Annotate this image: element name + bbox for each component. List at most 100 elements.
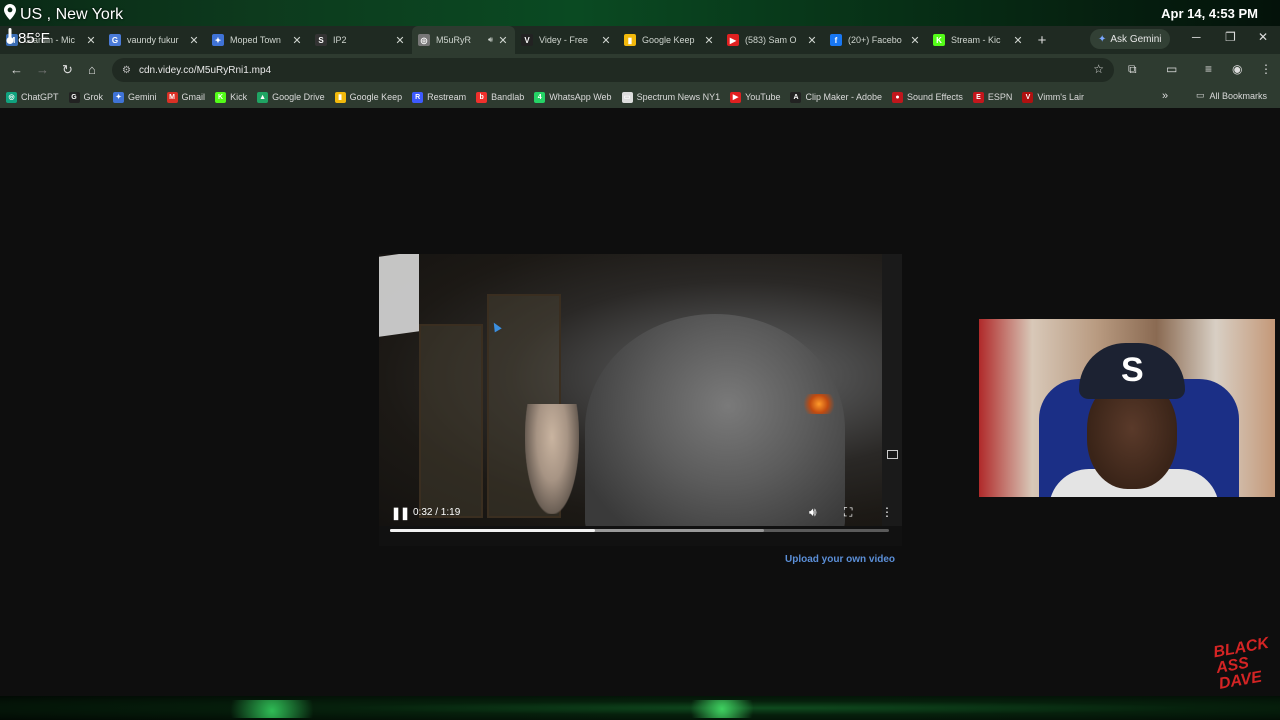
close-tab-icon[interactable]: ✕ (188, 34, 200, 47)
tab-3[interactable]: ✦ Moped Town ✕ (206, 26, 309, 54)
tab-title: (583) Sam O (745, 35, 797, 45)
youtube-icon: ▶ (727, 34, 739, 46)
tab-strip: MGiardin - Mic✕Gvaundy fukur✕✦Moped Town… (0, 26, 1280, 54)
bookmark-label: YouTube (745, 92, 781, 102)
pause-icon[interactable]: ❚❚ (391, 506, 410, 520)
bookmark-item[interactable]: ✦ Gemini (113, 91, 157, 103)
seek-bar[interactable] (390, 529, 889, 532)
bookmarks-bar: ◎ ChatGPT G Grok ✦ Gemini M Gmail K Kick ▲ Google D… (0, 86, 1280, 108)
bookmark-item[interactable]: 4 WhatsApp Web (534, 91, 612, 103)
tab-title: Videy - Free (539, 35, 588, 45)
tab-8[interactable]: ▶ (583) Sam O ✕ (721, 26, 824, 54)
extensions-icon[interactable]: ⧉ (1128, 62, 1137, 77)
folder-icon: ▭ (1196, 90, 1205, 100)
restream-icon: R (412, 91, 424, 103)
video-controls: ❚❚ 0:32 / 1:19 🔊︎ ⛶ ⋮ (379, 502, 902, 546)
bookmark-star-icon[interactable]: ☆ (1093, 62, 1104, 76)
stream-datetime-overlay: Apr 14, 4:53 PM (1161, 6, 1258, 21)
more-bookmarks-chevron-icon[interactable]: » (1162, 90, 1168, 102)
keep-icon: ▮ (624, 34, 636, 46)
tab-9[interactable]: f (20+) Facebo ✕ (824, 26, 927, 54)
bookmark-item[interactable]: b Bandlab (476, 91, 524, 103)
profile-avatar[interactable]: ◉ (1232, 62, 1242, 76)
tab-2[interactable]: Gvaundy fukur ✕ (103, 26, 206, 54)
tab-title: (20+) Facebo (848, 35, 902, 45)
tab-5[interactable]: ◎ M5uRyR 🔊︎ ✕ (412, 26, 515, 54)
site-info-icon[interactable]: ⚙ (122, 65, 131, 76)
tab-audio-icon[interactable]: 🔊︎ (488, 35, 493, 45)
bookmark-item[interactable]: A Clip Maker - Adobe (790, 91, 883, 103)
bookmark-label: Clip Maker - Adobe (805, 92, 883, 102)
bookmark-label: Gmail (181, 92, 206, 102)
maximize-icon[interactable]: ❐ (1225, 30, 1236, 44)
grok-icon: G (68, 91, 80, 103)
background-person (525, 404, 579, 514)
volume-icon[interactable]: 🔊︎ (809, 505, 817, 520)
tab-4[interactable]: S IP2 ✕ (309, 26, 412, 54)
facebook-icon: f (830, 34, 842, 46)
bookmark-label: Sound Effects (907, 92, 963, 102)
bookmark-item[interactable]: ● Sound Effects (892, 91, 963, 103)
bookmark-item[interactable]: ▭ Spectrum News NY1 (621, 91, 720, 103)
tab-7[interactable]: ▮ Google Keep ✕ (618, 26, 721, 54)
close-tab-icon[interactable]: ✕ (703, 34, 715, 47)
fullscreen-icon[interactable]: ⛶ (844, 505, 852, 520)
home-icon[interactable]: ⌂ (88, 62, 96, 77)
minimize-icon[interactable]: ─ (1192, 30, 1201, 44)
close-tab-icon[interactable]: ✕ (600, 34, 612, 47)
adobe-icon: A (790, 91, 802, 103)
menu-kebab-icon[interactable]: ⋮ (1260, 62, 1272, 76)
cast-icon[interactable]: ▭ (1166, 62, 1177, 76)
chatgpt-icon: ◎ (6, 91, 17, 103)
ask-gemini-button[interactable]: ✦ Ask Gemini (1090, 29, 1170, 49)
bookmark-item[interactable]: M Gmail (166, 91, 206, 103)
cap-logo: S (1121, 351, 1144, 389)
gemini-star-icon: ✦ (113, 91, 125, 103)
screen-icon (887, 450, 898, 459)
bookmark-item[interactable]: G Grok (68, 91, 104, 103)
forward-icon[interactable]: → (36, 62, 49, 77)
tab-10[interactable]: K Stream - Kic ✕ (927, 26, 1030, 54)
bookmark-item[interactable]: ▲ Google Drive (257, 91, 325, 103)
video-frame[interactable] (379, 254, 882, 526)
close-tab-icon[interactable]: ✕ (1012, 34, 1024, 47)
bookmark-label: Restream (427, 92, 467, 102)
wallpaper-glow (200, 700, 1100, 718)
close-tab-icon[interactable]: ✕ (909, 34, 921, 47)
close-tab-icon[interactable]: ✕ (291, 34, 303, 47)
address-bar[interactable]: ⚙ cdn.videy.co/M5uRyRni1.mp4 ☆ (112, 58, 1114, 82)
video-more-icon[interactable]: ⋮ (881, 505, 893, 519)
new-tab-icon[interactable]: + (1030, 32, 1054, 49)
bookmark-label: ChatGPT (21, 92, 59, 102)
videy-icon: V (521, 34, 533, 46)
bookmark-item[interactable]: R Restream (412, 91, 467, 103)
bookmark-item[interactable]: V Vimm's Lair (1022, 91, 1084, 103)
video-time: 0:32 / 1:19 (413, 507, 461, 518)
bookmark-label: ESPN (987, 92, 1013, 102)
bookmark-label: Grok (83, 92, 104, 102)
drive-icon: ▲ (257, 91, 269, 103)
close-tab-icon[interactable]: ✕ (394, 34, 406, 47)
close-window-icon[interactable]: ✕ (1258, 30, 1268, 44)
media-controls-icon[interactable]: ≡ (1205, 62, 1212, 76)
storefront-sign (379, 254, 419, 337)
tab-title: vaundy fukur (127, 35, 179, 45)
close-tab-icon[interactable]: ✕ (806, 34, 818, 47)
bookmark-item[interactable]: E ESPN (972, 91, 1013, 103)
tab-6[interactable]: V Videy - Free ✕ (515, 26, 618, 54)
close-tab-icon[interactable]: ✕ (85, 34, 97, 47)
bookmark-item[interactable]: ▮ Google Keep (334, 91, 402, 103)
video-player[interactable]: ❚❚ 0:32 / 1:19 🔊︎ ⛶ ⋮ (379, 254, 902, 546)
reload-icon[interactable]: ↻ (62, 62, 73, 78)
back-icon[interactable]: ← (10, 62, 23, 77)
tab-title: IP2 (333, 35, 347, 45)
keep-icon: ▮ (334, 91, 346, 103)
ask-gemini-label: Ask Gemini (1110, 33, 1162, 45)
close-tab-icon[interactable]: ✕ (497, 34, 509, 47)
all-bookmarks-button[interactable]: ▭ All Bookmarks (1196, 90, 1267, 101)
bookmark-item[interactable]: K Kick (215, 91, 247, 103)
bookmark-item[interactable]: ◎ ChatGPT (6, 91, 59, 103)
temperature-text: 85°F (18, 29, 50, 47)
bookmark-item[interactable]: ▶ YouTube (730, 91, 781, 103)
upload-video-link[interactable]: Upload your own video (785, 554, 895, 565)
